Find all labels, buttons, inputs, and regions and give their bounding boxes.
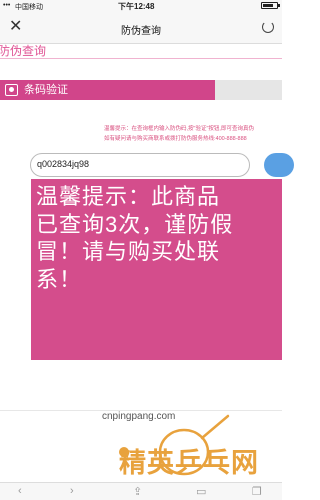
code-input[interactable]: q002834jq98 bbox=[30, 153, 250, 177]
forward-icon[interactable]: › bbox=[70, 485, 74, 497]
heading-divider bbox=[0, 58, 282, 59]
tabs-icon[interactable]: ❐ bbox=[252, 485, 262, 498]
page-title: 防伪查询 bbox=[121, 26, 161, 37]
reload-icon[interactable] bbox=[262, 21, 274, 33]
result-message: 温馨提示：此商品已查询3次，谨防假冒！请与购买处联系！ bbox=[36, 184, 234, 292]
query-button[interactable] bbox=[264, 153, 294, 177]
notice-line: 如有疑问请与购买商联系或拨打防伪服务热线:400-888-888 bbox=[104, 136, 247, 142]
tab-label: 条码验证 bbox=[24, 84, 68, 96]
signal-icon: ••• bbox=[3, 2, 11, 9]
carrier-label: 中国移动 bbox=[15, 4, 43, 11]
watermark-url: cnpingpang.com bbox=[102, 411, 176, 422]
nav-bar: ✕ 防伪查询 bbox=[0, 12, 282, 44]
share-icon[interactable]: ⇪ bbox=[133, 485, 142, 498]
bookmarks-icon[interactable]: ▭ bbox=[196, 485, 206, 498]
result-popup: 温馨提示：此商品已查询3次，谨防假冒！请与购买处联系！ bbox=[31, 179, 282, 360]
page-heading: 防伪查询 bbox=[0, 44, 47, 58]
tab-bar: 条码验证 bbox=[0, 80, 282, 100]
browser-toolbar: ‹ › ⇪ ▭ ❐ bbox=[0, 482, 282, 500]
tab-barcode-verify[interactable]: 条码验证 bbox=[0, 80, 215, 100]
battery-icon bbox=[261, 2, 280, 9]
status-time: 下午12:48 bbox=[118, 2, 155, 11]
code-input-value: q002834jq98 bbox=[37, 159, 90, 169]
status-bar: ••• 中国移动 下午12:48 bbox=[0, 0, 282, 12]
notice-text: 温馨提示：在查询框内输入防伪码,按"验证"按钮,即可查询真伪 如有疑问请与购买商… bbox=[104, 124, 282, 144]
back-icon[interactable]: ‹ bbox=[18, 485, 22, 497]
notice-line: 温馨提示：在查询框内输入防伪码,按"验证"按钮,即可查询真伪 bbox=[104, 126, 254, 132]
barcode-icon bbox=[5, 84, 18, 96]
watermark-logo-text: 精英乒乓网 bbox=[119, 448, 259, 478]
